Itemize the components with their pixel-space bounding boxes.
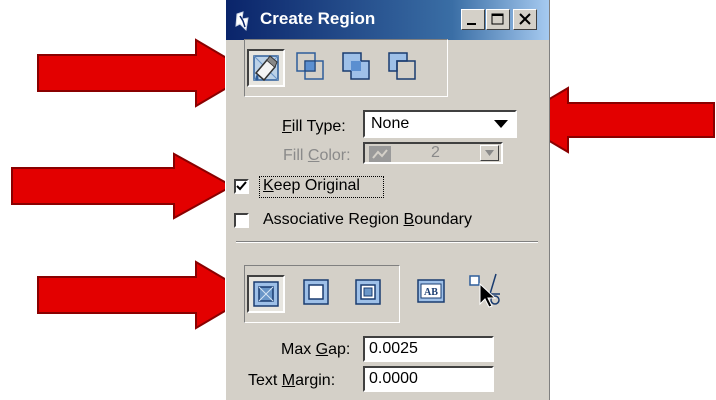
keep-original-label[interactable]: Keep Original [263,177,360,195]
element-selection-icon [469,273,500,308]
region-method-difference[interactable] [385,49,423,87]
separator [236,241,538,243]
associative-boundary-checkbox[interactable] [234,213,249,228]
keep-original-hotkey: K [263,177,274,194]
fill-color-label: Fill Color: [283,147,351,165]
associative-boundary-label[interactable]: Associative Region Boundary [263,211,472,229]
flood-holes-icon [303,279,329,305]
select-element-button[interactable] [466,270,508,308]
close-icon [519,13,531,25]
max-gap-label-text: ap: [328,341,351,358]
flood-fill-icon [253,55,279,82]
max-gap-label: Max Gap: [281,341,350,359]
fill-color-dropdown-button[interactable] [480,145,499,161]
fill-type-label: Fill Type: [282,118,346,136]
max-gap-hotkey: G [315,341,329,358]
fill-color-label-text: olor: [319,147,351,164]
text-region-icon: AB [417,279,445,303]
associative-boundary-text: oundary [414,211,473,228]
minimize-button[interactable] [461,9,485,30]
chevron-down-icon [485,150,494,156]
annotation-arrow-flood-modes [37,260,254,330]
flood-mode-holes[interactable] [299,275,337,313]
flood-mode-group [244,265,400,323]
chevron-down-icon [494,120,508,128]
region-method-union[interactable] [339,49,377,87]
title-bar[interactable]: Create Region [226,0,549,40]
annotation-arrow-region-methods [37,38,254,108]
max-gap-input[interactable]: 0.0025 [363,336,494,362]
fill-type-dropdown[interactable]: None [363,110,517,138]
max-gap-label-pre: Max [281,341,316,358]
fill-type-value: None [371,115,410,132]
create-region-dialog: Create Region Fill Type: None Fill Color… [225,0,550,400]
microstation-icon [235,11,249,32]
union-icon [342,52,370,80]
associative-boundary-text-pre: Associative Region [263,211,404,228]
text-margin-label: Text Margin: [248,372,335,390]
flood-none-icon [253,281,279,307]
close-button[interactable] [513,9,537,30]
annotation-arrow-keep-original [11,152,234,220]
text-region-button[interactable]: AB [414,274,452,312]
region-method-flood[interactable] [247,49,285,87]
text-margin-label-text: argin: [295,372,336,389]
minimize-icon [467,23,476,25]
fill-type-label-text: ill Type: [291,118,346,135]
text-region-icon-label: AB [424,287,438,298]
text-margin-label-pre: Text [248,372,282,389]
flood-mode-none[interactable] [247,275,285,313]
fill-color-picker[interactable]: 2 [363,142,503,164]
flood-mode-alternating[interactable] [351,275,389,313]
fill-type-label-hotkey: F [282,118,292,135]
maximize-icon [491,13,504,25]
color-swatch-icon [369,146,391,162]
associative-boundary-hotkey: B [403,211,415,228]
keep-original-text: eep Original [273,177,360,194]
text-margin-hotkey: M [281,372,296,389]
maximize-button[interactable] [486,9,510,30]
region-method-intersection[interactable] [293,49,331,87]
checkmark-icon [236,181,247,191]
region-method-group [244,39,448,97]
difference-icon [388,52,416,80]
fill-color-value: 2 [431,144,440,161]
keep-original-checkbox[interactable] [234,179,249,194]
window-title: Create Region [260,9,376,28]
text-margin-input[interactable]: 0.0000 [363,366,494,392]
fill-color-label-hotkey: C [307,147,320,164]
flood-alternating-icon [355,279,381,305]
intersection-icon [296,52,324,80]
fill-color-label-pre: Fill [283,147,308,164]
